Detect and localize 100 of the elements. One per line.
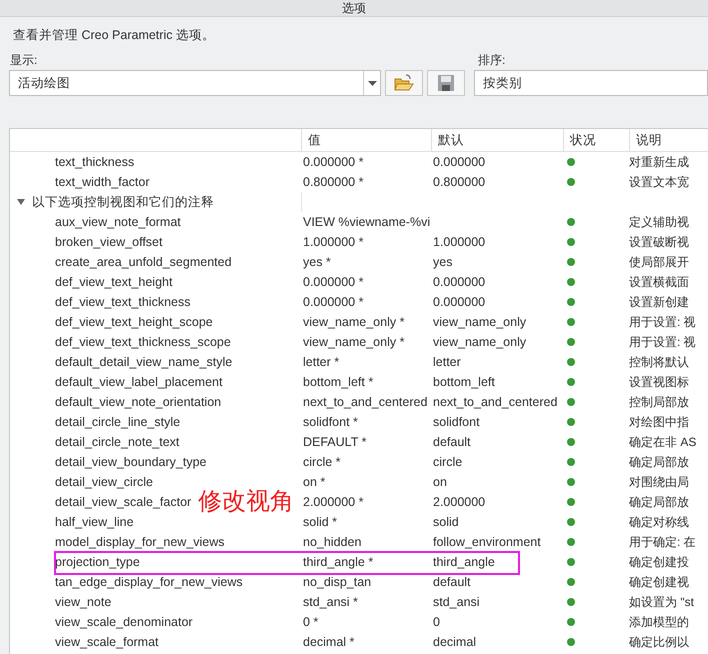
option-value: no_disp_tan <box>302 575 372 589</box>
default-value: solid <box>432 515 460 529</box>
status-dot <box>567 458 575 466</box>
status-dot <box>567 558 575 566</box>
description-text: 查看并管理 Creo Parametric 选项。 <box>12 27 216 44</box>
default-value: follow_environment <box>432 535 542 549</box>
option-description: 确定比例以 <box>629 634 690 650</box>
option-name: default_view_note_orientation <box>55 395 222 409</box>
option-value: solid * <box>302 515 338 529</box>
option-description: 控制将默认 <box>629 354 690 370</box>
option-description: 对围绕由局 <box>629 474 690 490</box>
default-value: 2.000000 <box>432 495 486 509</box>
sort-dropdown[interactable]: 按类别 <box>474 70 708 96</box>
option-description: 确定局部放 <box>629 494 690 510</box>
default-value: bottom_left <box>432 375 496 389</box>
option-value: 0.000000 * <box>302 155 364 169</box>
option-value: letter * <box>302 355 340 369</box>
option-description: 对重新生成 <box>629 154 690 170</box>
status-dot <box>567 578 575 586</box>
option-name: def_view_text_thickness <box>55 295 190 309</box>
default-value: 0.800000 <box>432 175 486 189</box>
option-name: view_note <box>55 595 112 609</box>
option-description: 设置横截面 <box>629 274 690 290</box>
option-value: 0 * <box>302 615 320 629</box>
option-description: 确定创建视 <box>629 574 690 590</box>
option-description: 控制局部放 <box>629 394 690 410</box>
option-description: 定义辅助视 <box>629 214 690 230</box>
default-value: 1.000000 <box>432 235 486 249</box>
default-value: 0.000000 <box>432 155 486 169</box>
option-value: circle * <box>302 455 342 469</box>
column-header[interactable]: 默认 <box>431 129 563 151</box>
status-dot <box>567 238 575 246</box>
option-name: detail_circle_line_style <box>55 415 180 429</box>
option-description: 确定创建投 <box>629 554 690 570</box>
option-name: create_area_unfold_segmented <box>55 255 232 269</box>
default-value: third_angle <box>432 555 496 569</box>
option-name: half_view_line <box>55 515 134 529</box>
option-name: def_view_text_height <box>55 275 172 289</box>
option-name: detail_view_boundary_type <box>55 455 206 469</box>
option-name: text_thickness <box>55 155 134 169</box>
option-value: DEFAULT * <box>302 435 368 449</box>
save-button[interactable] <box>427 70 465 96</box>
option-name: view_scale_denominator <box>55 615 193 629</box>
option-description: 确定局部放 <box>629 454 690 470</box>
status-dot <box>567 358 575 366</box>
column-header[interactable]: 说明 <box>629 129 708 151</box>
status-dot <box>567 298 575 306</box>
option-value: solidfont * <box>302 415 359 429</box>
status-dot <box>567 638 575 646</box>
option-name: default_detail_view_name_style <box>55 355 232 369</box>
option-name: broken_view_offset <box>55 235 162 249</box>
option-name: projection_type <box>55 555 140 569</box>
option-description: 用于确定: 在 <box>629 534 697 550</box>
default-value: on <box>432 475 448 489</box>
status-dot <box>567 158 575 166</box>
option-value: 1.000000 * <box>302 235 364 249</box>
default-value: view_name_only <box>432 315 528 329</box>
option-name: text_width_factor <box>55 175 150 189</box>
default-value: view_name_only <box>432 335 528 349</box>
default-value: 0.000000 <box>432 295 486 309</box>
option-description: 设置文本宽 <box>629 174 690 190</box>
option-name: detail_view_circle <box>55 475 153 489</box>
default-value: std_ansi <box>432 595 481 609</box>
column-header[interactable]: 值 <box>301 129 431 151</box>
option-name: view_scale_format <box>55 635 159 649</box>
status-dot <box>567 518 575 526</box>
status-dot <box>567 498 575 506</box>
status-dot <box>567 398 575 406</box>
option-name: model_display_for_new_views <box>55 535 225 549</box>
option-name: aux_view_note_format <box>55 215 181 229</box>
display-dropdown[interactable]: 活动绘图 <box>9 70 381 96</box>
default-value: 0.000000 <box>432 275 486 289</box>
option-description: 使局部展开 <box>629 254 690 270</box>
option-value: view_name_only * <box>302 335 406 349</box>
option-value: std_ansi * <box>302 595 359 609</box>
status-dot <box>567 418 575 426</box>
status-dot <box>567 178 575 186</box>
collapse-icon[interactable] <box>16 197 26 207</box>
status-dot <box>567 378 575 386</box>
option-name: detail_circle_note_text <box>55 435 180 449</box>
option-description: 设置破断视 <box>629 234 690 250</box>
open-folder-button[interactable] <box>385 70 423 96</box>
default-value: default <box>432 435 472 449</box>
option-value: 0.000000 * <box>302 275 364 289</box>
status-dot <box>567 438 575 446</box>
default-value: decimal <box>432 635 478 649</box>
option-name: def_view_text_thickness_scope <box>55 335 231 349</box>
option-value: view_name_only * <box>302 315 406 329</box>
status-dot <box>567 598 575 606</box>
option-description: 确定在非 AS <box>629 434 698 450</box>
option-value: yes * <box>302 255 332 269</box>
default-value: next_to_and_centered <box>432 395 558 409</box>
option-description: 设置新创建 <box>629 294 690 310</box>
annotation-text: 修改视角 <box>198 489 294 515</box>
option-name: def_view_text_height_scope <box>55 315 213 329</box>
column-header[interactable]: 状况 <box>563 129 629 151</box>
option-value: next_to_and_centered <box>302 395 428 409</box>
status-dot <box>567 338 575 346</box>
folder-icon <box>394 74 414 92</box>
status-dot <box>567 618 575 626</box>
